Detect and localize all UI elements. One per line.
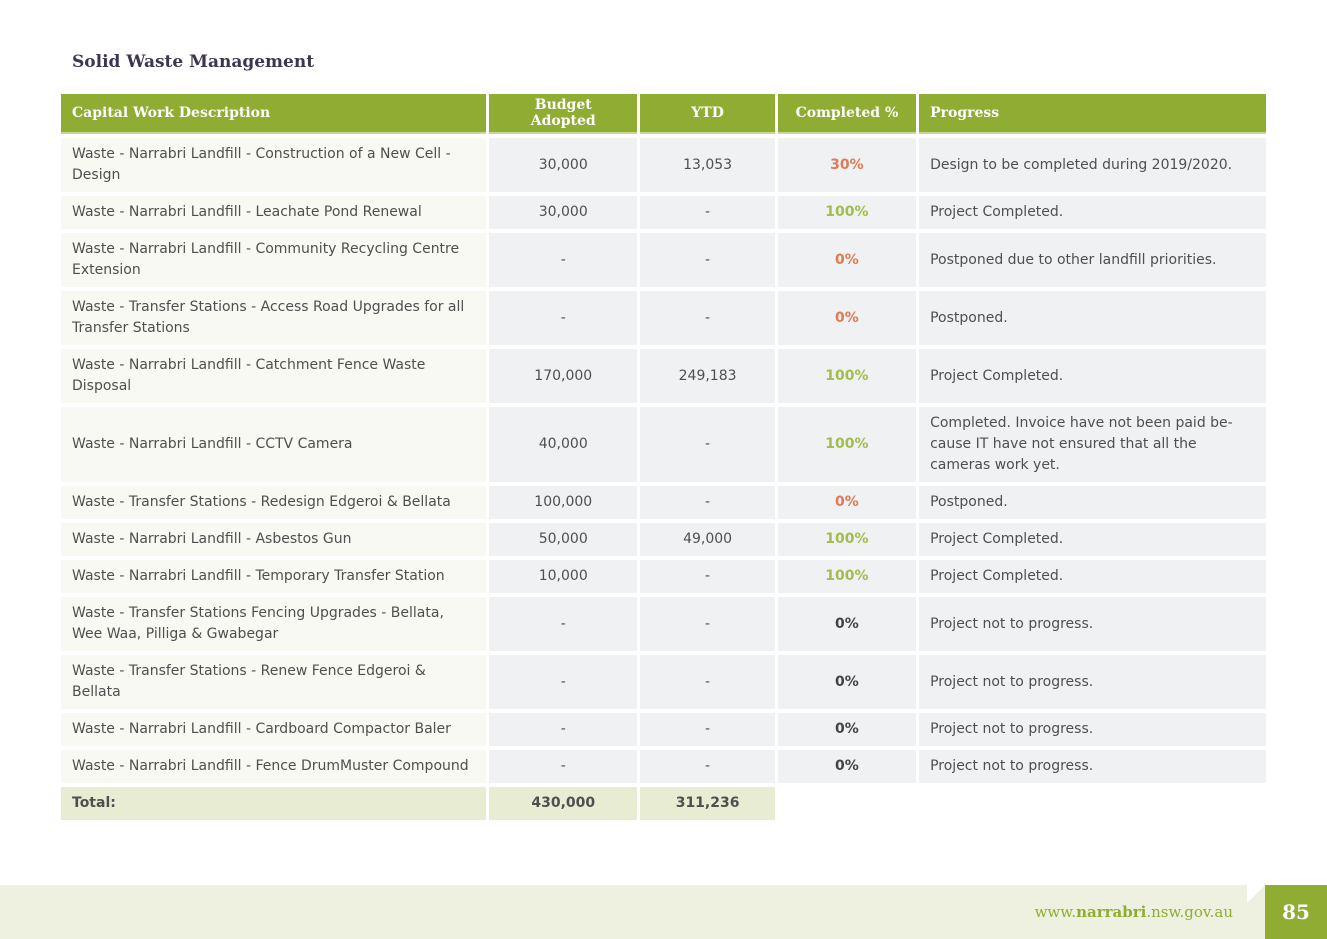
row-ytd: - (640, 291, 775, 345)
row-ytd: 249,183 (640, 349, 775, 403)
row-progress: Project not to progress. (919, 597, 1266, 651)
row-completed: 0% (777, 750, 917, 783)
row-description: Waste - Narrabri Landfill - Leachate Pon… (61, 196, 487, 229)
row-budget: - (489, 233, 638, 287)
row-completed: 0% (777, 486, 917, 519)
row-ytd: - (640, 407, 775, 482)
total-ytd: 311,236 (640, 787, 775, 820)
table-row: Waste - Narrabri Landfill - Community Re… (61, 233, 1266, 287)
row-budget: 10,000 (489, 560, 638, 593)
row-description: Waste - Narrabri Landfill - Temporary Tr… (61, 560, 487, 593)
row-ytd: - (640, 486, 775, 519)
row-completed: 0% (777, 597, 917, 651)
row-progress: Project not to progress. (919, 750, 1266, 783)
row-description: Waste - Narrabri Landfill - Catchment Fe… (61, 349, 487, 403)
total-row: Total: 430,000 311,236 (61, 787, 1266, 820)
page-tab-notch (1247, 885, 1265, 903)
row-description: Waste - Narrabri Landfill - Asbestos Gun (61, 523, 487, 556)
table-row: Waste - Narrabri Landfill - Leachate Pon… (61, 196, 1266, 229)
table-row: Waste - Narrabri Landfill - CCTV Camera 4… (61, 407, 1266, 482)
url-suffix: .nsw.gov.au (1146, 903, 1233, 921)
row-budget: - (489, 750, 638, 783)
row-ytd: - (640, 750, 775, 783)
row-ytd: 13,053 (640, 138, 775, 192)
row-progress: Project Completed. (919, 523, 1266, 556)
row-description: Waste - Transfer Stations Fencing Upgrad… (61, 597, 487, 651)
row-description: Waste - Narrabri Landfill - Fence DrumMu… (61, 750, 487, 783)
table-row: Waste - Narrabri Landfill - Construction… (61, 138, 1266, 192)
row-completed: 100% (777, 407, 917, 482)
row-ytd: - (640, 196, 775, 229)
row-budget: - (489, 655, 638, 709)
table-row: Waste - Transfer Stations - Redesign Edg… (61, 486, 1266, 519)
row-completed: 0% (777, 655, 917, 709)
row-budget: - (489, 291, 638, 345)
row-progress: Postponed due to other landfill prioriti… (919, 233, 1266, 287)
row-completed: 0% (777, 713, 917, 746)
row-completed: 0% (777, 233, 917, 287)
row-ytd: - (640, 560, 775, 593)
table-row: Waste - Narrabri Landfill - Asbestos Gun… (61, 523, 1266, 556)
header-ytd: YTD (640, 94, 775, 134)
row-description: Waste - Transfer Stations - Renew Fence … (61, 655, 487, 709)
row-budget: 30,000 (489, 196, 638, 229)
section-title: Solid Waste Management (72, 52, 315, 72)
url-prefix: www. (1034, 903, 1077, 921)
table-row: Waste - Narrabri Landfill - Cardboard Co… (61, 713, 1266, 746)
url-domain: narrabri (1076, 903, 1147, 921)
table-row: Waste - Narrabri Landfill - Temporary Tr… (61, 560, 1266, 593)
row-description: Waste - Narrabri Landfill - Cardboard Co… (61, 713, 487, 746)
header-completed: Completed % (777, 94, 917, 134)
total-empty-cell (778, 787, 916, 820)
row-completed: 100% (777, 349, 917, 403)
total-label: Total: (61, 787, 487, 820)
row-description: Waste - Narrabri Landfill - Community Re… (61, 233, 487, 287)
row-completed: 0% (777, 291, 917, 345)
table-row: Waste - Transfer Stations - Renew Fence … (61, 655, 1266, 709)
row-completed: 100% (777, 560, 917, 593)
table-row: Waste - Narrabri Landfill - Fence DrumMu… (61, 750, 1266, 783)
row-ytd: 49,000 (640, 523, 775, 556)
row-budget: 30,000 (489, 138, 638, 192)
row-completed: 100% (777, 523, 917, 556)
row-progress: Postponed. (919, 486, 1266, 519)
row-progress: Project Completed. (919, 349, 1266, 403)
table-row: Waste - Narrabri Landfill - Catchment Fe… (61, 349, 1266, 403)
total-budget: 430,000 (489, 787, 638, 820)
row-ytd: - (640, 233, 775, 287)
row-progress: Project not to progress. (919, 713, 1266, 746)
row-budget: 100,000 (489, 486, 638, 519)
table-header-row: Capital Work Description Budget Adopted … (61, 94, 1266, 134)
row-budget: - (489, 597, 638, 651)
table-row: Waste - Transfer Stations Fencing Upgrad… (61, 597, 1266, 651)
total-empty-cell (919, 787, 1266, 820)
row-description: Waste - Narrabri Landfill - CCTV Camera (61, 407, 487, 482)
row-progress: Completed. Invoice have not been paid be… (919, 407, 1266, 482)
header-description: Capital Work Description (61, 94, 487, 134)
row-budget: 50,000 (489, 523, 638, 556)
row-description: Waste - Transfer Stations - Access Road … (61, 291, 487, 345)
header-progress: Progress (919, 94, 1266, 134)
row-description: Waste - Narrabri Landfill - Construction… (61, 138, 487, 192)
row-progress: Design to be completed during 2019/2020. (919, 138, 1266, 192)
table-row: Waste - Transfer Stations - Access Road … (61, 291, 1266, 345)
capital-works-table: Capital Work Description Budget Adopted … (58, 90, 1269, 824)
website-url: www.narrabri.nsw.gov.au (1035, 903, 1233, 921)
header-budget: Budget Adopted (489, 94, 638, 134)
row-description: Waste - Transfer Stations - Redesign Edg… (61, 486, 487, 519)
row-progress: Project Completed. (919, 196, 1266, 229)
row-completed: 100% (777, 196, 917, 229)
row-budget: - (489, 713, 638, 746)
row-ytd: - (640, 713, 775, 746)
row-budget: 40,000 (489, 407, 638, 482)
row-completed: 30% (777, 138, 917, 192)
page-number: 85 (1265, 885, 1327, 939)
row-ytd: - (640, 655, 775, 709)
row-progress: Postponed. (919, 291, 1266, 345)
row-budget: 170,000 (489, 349, 638, 403)
row-ytd: - (640, 597, 775, 651)
row-progress: Project not to progress. (919, 655, 1266, 709)
row-progress: Project Completed. (919, 560, 1266, 593)
